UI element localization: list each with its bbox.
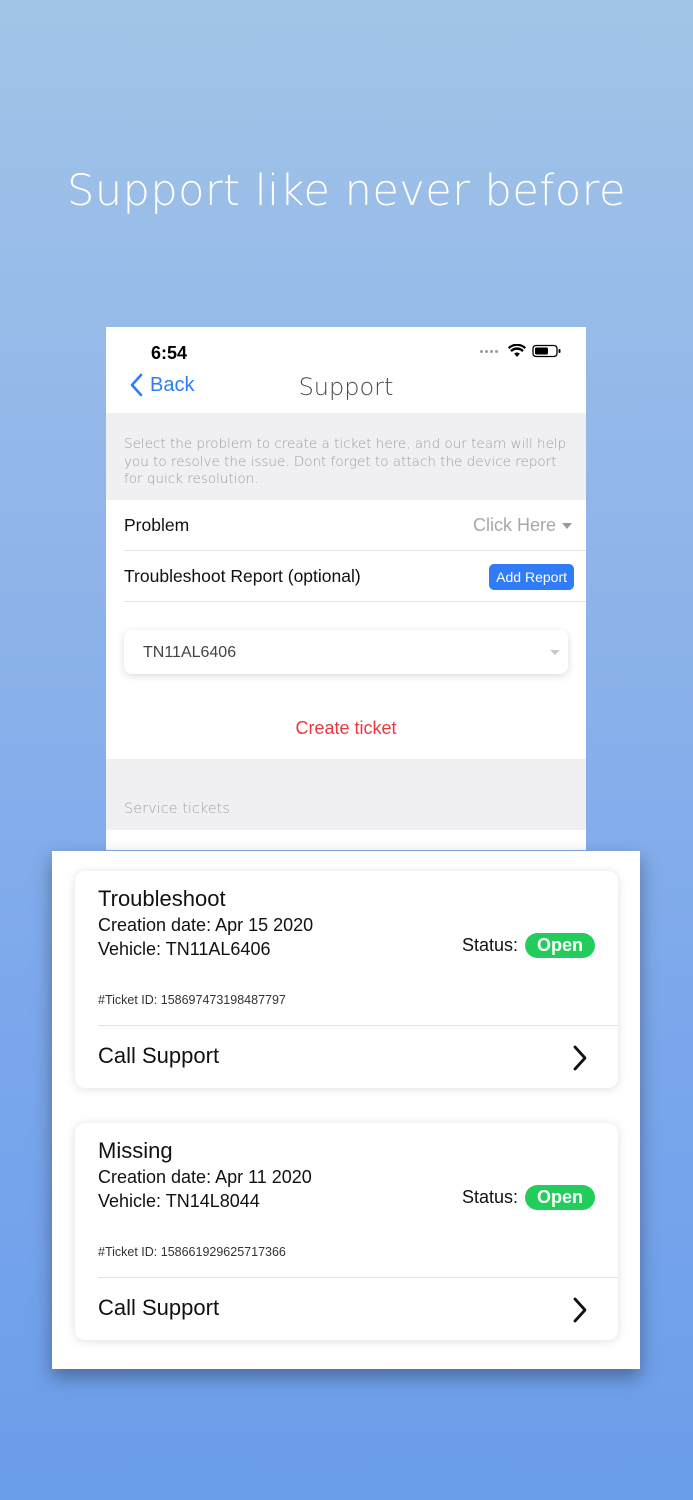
vehicle-select[interactable]: TN11AL6406 xyxy=(124,630,568,674)
ticket-creation-date: Creation date: Apr 11 2020 xyxy=(98,1167,312,1187)
ticket-creation-date: Creation date: Apr 15 2020 xyxy=(98,915,314,935)
report-row: Troubleshoot Report (optional) Add Repor… xyxy=(124,551,586,602)
ticket-type: Missing xyxy=(98,1138,173,1163)
status-badge: Open xyxy=(524,1185,595,1210)
ticket-card: Missing Creation date: Apr 11 2020 Vehic… xyxy=(75,1123,618,1340)
caret-down-icon xyxy=(550,650,560,655)
signal-dots-icon xyxy=(480,349,498,353)
vehicle-select-value: TN11AL6406 xyxy=(143,644,237,661)
service-tickets-section: Service tickets xyxy=(106,759,586,830)
ticket-vehicle: Vehicle: TN11AL6406 xyxy=(98,939,271,959)
chevron-right-icon[interactable] xyxy=(572,1297,588,1323)
ticket-id: #Ticket ID: 158697473198487797 xyxy=(98,993,286,1007)
page-title: Support xyxy=(298,373,394,401)
battery-icon xyxy=(532,344,561,358)
info-text: Select the problem to create a ticket he… xyxy=(106,413,586,500)
ticket-vehicle: Vehicle: TN14L8044 xyxy=(98,1191,260,1211)
ticket-status: Status: Open xyxy=(462,1185,595,1210)
ticket-id: #Ticket ID: 158661929625717366 xyxy=(98,1245,286,1259)
problem-dropdown[interactable]: Click Here xyxy=(473,515,572,536)
call-support-button[interactable]: Call Support xyxy=(98,1043,219,1069)
section-header: Service tickets xyxy=(124,801,230,817)
add-report-button[interactable]: Add Report xyxy=(489,564,574,590)
problem-row[interactable]: Problem Click Here xyxy=(124,500,586,551)
marketing-headline: Support like never before xyxy=(67,166,626,216)
ticket-card: Troubleshoot Creation date: Apr 15 2020 … xyxy=(75,871,618,1088)
call-support-button[interactable]: Call Support xyxy=(98,1295,219,1321)
status-label: Status: xyxy=(461,1187,518,1207)
tickets-panel: Troubleshoot Creation date: Apr 15 2020 … xyxy=(52,851,640,1369)
problem-placeholder: Click Here xyxy=(472,515,556,535)
status-badge: Open xyxy=(524,933,595,958)
caret-down-icon xyxy=(562,522,572,529)
ticket-type: Troubleshoot xyxy=(98,886,226,911)
status-label: Status: xyxy=(461,935,518,955)
divider xyxy=(98,1277,618,1278)
status-icons xyxy=(480,344,562,358)
chevron-right-icon[interactable] xyxy=(572,1045,588,1071)
status-time: 6:54 xyxy=(151,343,188,363)
create-ticket-button[interactable]: Create ticket xyxy=(106,718,586,739)
divider xyxy=(98,1025,618,1026)
wifi-icon xyxy=(508,344,526,357)
ticket-status: Status: Open xyxy=(462,933,595,958)
phone-screen: 6:54 Back Support Select the problem to … xyxy=(106,327,586,850)
problem-label: Problem xyxy=(124,515,190,535)
report-label: Troubleshoot Report (optional) xyxy=(124,566,361,586)
